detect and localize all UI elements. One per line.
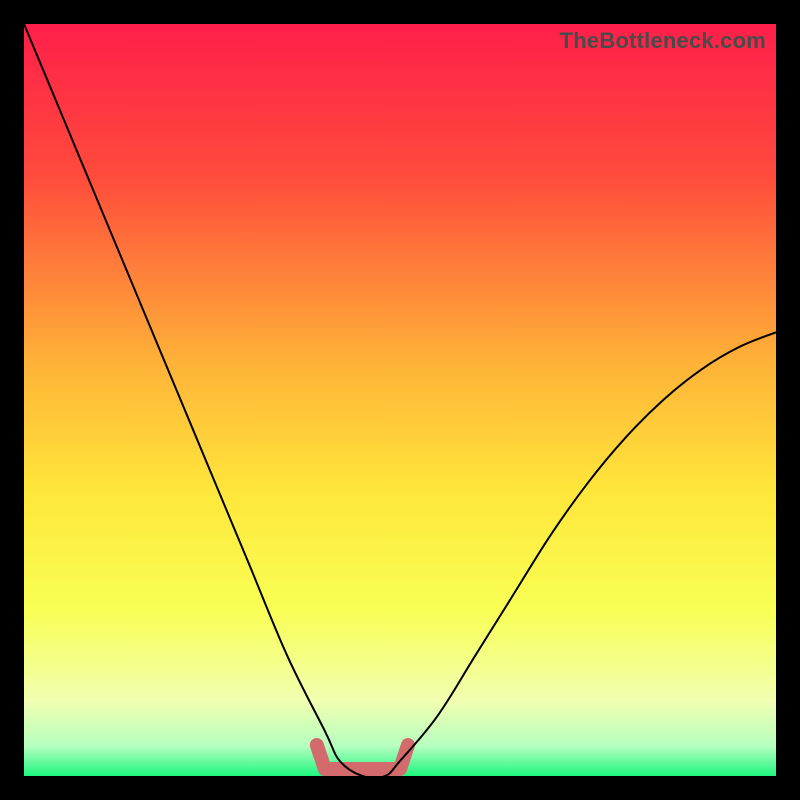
chart-frame: TheBottleneck.com	[0, 0, 800, 800]
chart-overlay-svg	[24, 24, 776, 776]
plot-area: TheBottleneck.com	[24, 24, 776, 776]
bottom-highlight-path	[317, 745, 408, 769]
bottleneck-curve-path	[24, 24, 776, 776]
